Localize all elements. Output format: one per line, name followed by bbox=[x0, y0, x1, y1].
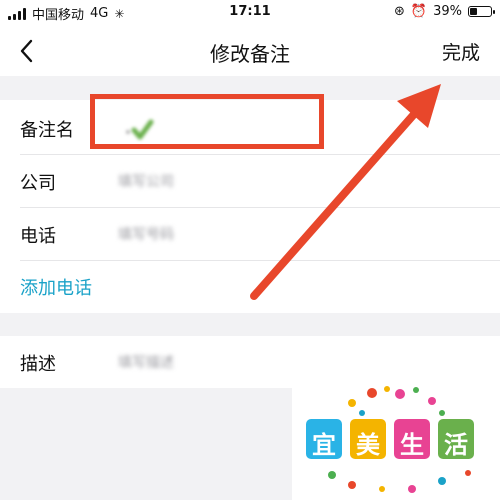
navigation-bar: 修改备注 完成 bbox=[0, 26, 500, 76]
done-button[interactable]: 完成 bbox=[442, 38, 480, 65]
description-label: 描述 bbox=[20, 354, 56, 375]
battery-icon bbox=[468, 6, 495, 17]
rotation-lock-icon: ⊛ bbox=[394, 4, 405, 19]
company-input[interactable]: 填写公司 bbox=[118, 171, 174, 191]
status-bar: 中国移动 4G ✳ 17:11 ⊛ ⏰ 39% bbox=[0, 0, 500, 26]
battery-percent: 39% bbox=[433, 4, 462, 19]
highlight-box bbox=[90, 94, 324, 149]
row-divider bbox=[20, 260, 500, 261]
status-right: ⊛ ⏰ 39% bbox=[394, 4, 495, 19]
description-row[interactable]: 描述 填写描述 bbox=[0, 336, 500, 388]
description-input[interactable]: 填写描述 bbox=[118, 352, 174, 372]
phone-row[interactable]: 电话 填写号码 bbox=[0, 208, 500, 260]
watermark-text: 宜 美 生 活 bbox=[312, 431, 468, 459]
watermark-logo: 宜 美 生 活 bbox=[292, 385, 500, 500]
company-row[interactable]: 公司 填写公司 bbox=[0, 155, 500, 207]
page-title: 修改备注 bbox=[210, 42, 290, 66]
phone-label: 电话 bbox=[20, 226, 56, 247]
alarm-icon: ⏰ bbox=[410, 4, 428, 19]
remark-name-label: 备注名 bbox=[20, 120, 74, 141]
company-label: 公司 bbox=[20, 173, 56, 194]
add-phone-link[interactable]: 添加电话 bbox=[20, 274, 92, 300]
description-group: 描述 填写描述 bbox=[0, 336, 500, 388]
phone-input[interactable]: 填写号码 bbox=[118, 224, 174, 244]
